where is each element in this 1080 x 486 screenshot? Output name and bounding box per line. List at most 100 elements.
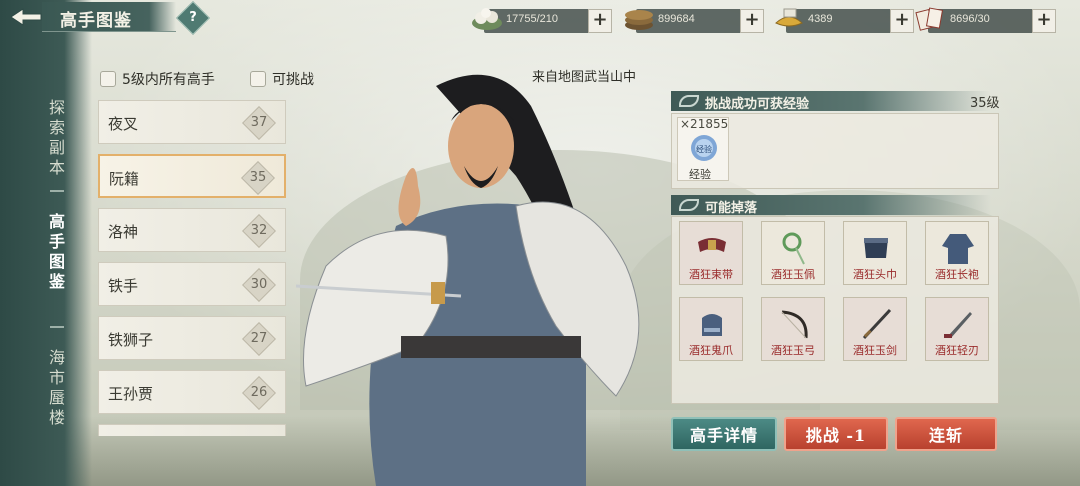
drop-item-name: 酒狂鬼爪 [689, 344, 733, 357]
button-label: 高手详情 [689, 426, 758, 445]
checkbox[interactable] [250, 71, 266, 87]
exp-section-header: 挑战成功可获经验 [671, 91, 991, 112]
jade-pendant-icon [782, 232, 805, 265]
sidebar-divider [50, 326, 64, 328]
filter-label: 5级内所有高手 [122, 72, 215, 88]
checkbox[interactable] [100, 71, 116, 87]
add-coins-button[interactable]: + [740, 9, 764, 33]
drop-item-name: 酒狂头巾 [853, 268, 897, 281]
drop-item[interactable]: 酒狂束带 [679, 221, 743, 285]
boss-level: 26 [250, 385, 268, 400]
sweep-button[interactable]: 连斩 [895, 417, 997, 451]
drop-item-name: 酒狂长袍 [935, 268, 979, 281]
boss-list[interactable]: 夜叉 37 阮籍 35 洛神 32 铁手 30 铁狮子 27 王孙贾 26 [98, 92, 288, 436]
boss-level: 30 [250, 277, 268, 292]
drop-item[interactable]: 酒狂玉剑 [843, 297, 907, 361]
boss-level-badge: 30 [242, 268, 276, 302]
resource-stamina: 17755/210 + [472, 8, 612, 33]
resource-coins: 899684 + [625, 9, 764, 33]
drop-item[interactable]: 酒狂长袍 [925, 221, 989, 285]
boss-list-item[interactable]: 铁手 30 [98, 262, 286, 306]
copper-coins-icon [625, 10, 653, 30]
add-gold-button[interactable]: + [890, 9, 914, 33]
sword-icon [862, 308, 892, 340]
resource-value: 899684 [658, 13, 695, 25]
challenge-button[interactable]: 挑战 -1 [784, 417, 888, 451]
boss-level: 32 [250, 223, 268, 238]
back-button[interactable] [6, 4, 46, 30]
drops-section-title: 可能掉落 [705, 201, 758, 216]
resource-value: 8696/30 [950, 13, 990, 25]
drop-item[interactable]: 酒狂轻刃 [925, 297, 989, 361]
experience-orb-icon: 经验 [691, 135, 717, 161]
boss-list-item[interactable]: 洛神 32 [98, 208, 286, 252]
drops-section-header: 可能掉落 [671, 195, 991, 216]
drop-item-name: 酒狂束带 [689, 268, 733, 281]
swirl-icon [679, 95, 699, 107]
boss-level-badge: 26 [242, 376, 276, 410]
help-icon: ? [189, 10, 197, 25]
boss-name: 阮籍 [109, 170, 140, 188]
exp-reward-label: 经验 [689, 168, 711, 181]
rice-cake-icon [472, 8, 502, 30]
gold-ingot-icon [775, 8, 803, 27]
help-button[interactable]: ? [176, 1, 210, 35]
master-details-button[interactable]: 高手详情 [671, 417, 777, 451]
boss-list-item[interactable]: 铁狮子 27 [98, 316, 286, 360]
drop-item[interactable]: 酒狂鬼爪 [679, 297, 743, 361]
boss-list-item[interactable]: 夜叉 37 [98, 100, 286, 144]
bow-icon [781, 310, 808, 339]
boss-level-badge: 32 [242, 214, 276, 248]
top-bar: 高手图鉴 ? 17755/210 + 899684 + 4389 + 8696/… [0, 0, 1080, 36]
drop-item-name: 酒狂轻刃 [935, 344, 979, 357]
boss-portrait [295, 74, 640, 486]
drop-item-name: 酒狂玉剑 [853, 344, 897, 357]
boss-name: 王孙贾 [108, 385, 154, 403]
sidebar-item-explore[interactable]: 探索副本 [44, 98, 70, 178]
sidebar-divider [50, 190, 64, 192]
swirl-icon [679, 199, 699, 211]
drop-item[interactable]: 酒狂玉佩 [761, 221, 825, 285]
resource-value: 17755/210 [506, 13, 558, 25]
boss-list-item[interactable]: 王孙贾 26 [98, 370, 286, 414]
drop-item[interactable]: 酒狂头巾 [843, 221, 907, 285]
filter-within-5-levels[interactable]: 5级内所有高手 [100, 69, 215, 89]
button-label: 连斩 [928, 426, 963, 445]
belt-icon [698, 238, 726, 252]
exp-section-title: 挑战成功可获经验 [705, 97, 810, 112]
page-title: 高手图鉴 [60, 11, 132, 31]
boss-level-badge: 37 [242, 106, 276, 140]
boss-level: 27 [250, 331, 268, 346]
back-arrow-icon [10, 8, 42, 26]
sidebar-item-mirage[interactable]: 海市蜃楼 [44, 348, 70, 428]
boss-list-item-selected[interactable]: 阮籍 35 [98, 154, 286, 198]
sidebar-item-master-gallery[interactable]: 高手图鉴 [44, 212, 70, 292]
button-label: 挑战 -1 [805, 426, 867, 445]
add-tickets-button[interactable]: + [1032, 9, 1056, 33]
robe-icon [942, 234, 974, 264]
resource-tickets: 8696/30 + [915, 7, 1056, 33]
boss-level: 35 [249, 170, 267, 185]
location-text: 来自地图武当山中 [532, 70, 637, 85]
blade-icon [944, 312, 972, 338]
drop-item-name: 酒狂玉佩 [771, 268, 815, 281]
headscarf-icon [864, 238, 888, 258]
gauntlet-icon [702, 314, 722, 336]
exp-reward-count: ×21855 [680, 117, 729, 131]
boss-name: 铁手 [108, 277, 139, 295]
boss-level-label: 35级 [970, 96, 1000, 111]
boss-list-item[interactable] [98, 424, 286, 436]
resource-gold: 4389 + [775, 8, 914, 33]
ticket-cards-icon [915, 7, 944, 31]
boss-name: 夜叉 [108, 115, 139, 133]
boss-name: 洛神 [108, 223, 139, 241]
drop-item[interactable]: 酒狂玉弓 [761, 297, 825, 361]
drop-item-name: 酒狂玉弓 [771, 344, 815, 357]
boss-level: 37 [250, 115, 268, 130]
boss-name: 铁狮子 [108, 331, 154, 349]
sidebar: 探索副本 高手图鉴 海市蜃楼 [0, 0, 92, 486]
boss-level-badge: 27 [242, 322, 276, 356]
resource-value: 4389 [808, 13, 833, 25]
add-stamina-button[interactable]: + [588, 9, 612, 33]
boss-level-badge: 35 [241, 161, 275, 195]
